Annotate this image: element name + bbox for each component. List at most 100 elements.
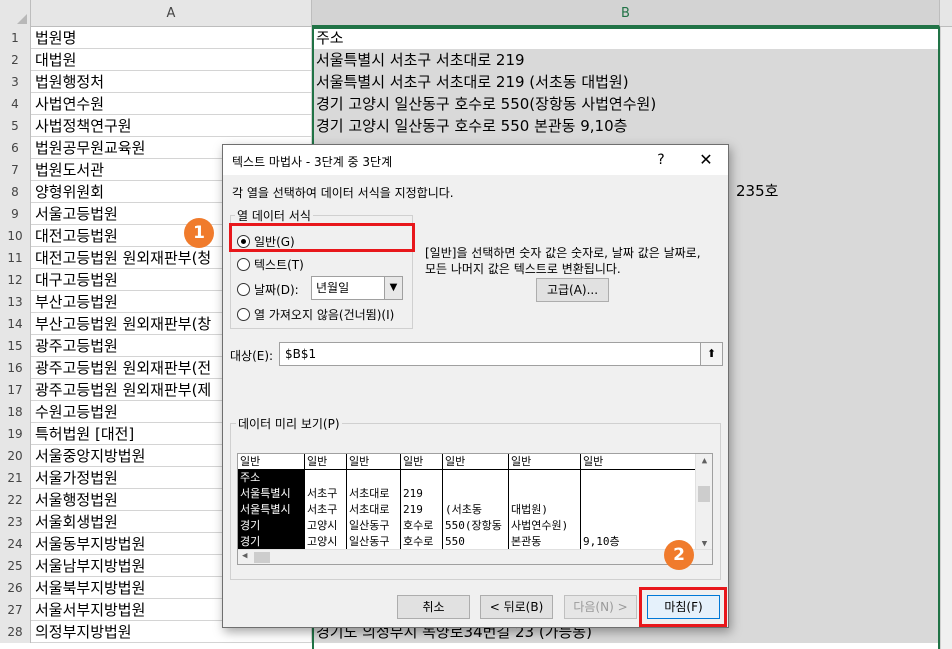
preview-column[interactable]: 일반 서초대로 서초대로 일산동구 일산동구 [346, 454, 400, 551]
radio-general-indicator[interactable] [237, 235, 250, 248]
row-number[interactable]: 13 [0, 291, 31, 313]
radio-text-label: 텍스트(T) [254, 258, 304, 272]
preview-column-header[interactable]: 일반 [347, 454, 400, 470]
data-preview[interactable]: 일반 9,10층 일반 대법원) 사법연수원) 본관동 일반 (서초동 550(장항동 550 일반… [237, 453, 713, 565]
row-number[interactable]: 28 [0, 621, 31, 643]
help-button[interactable]: ? [651, 149, 671, 171]
select-all-corner[interactable] [0, 0, 31, 27]
radio-general-label: 일반(G) [254, 235, 295, 249]
row-number[interactable]: 15 [0, 335, 31, 357]
cell-b[interactable]: 경기 고양시 일산동구 호수로 550 본관동 9,10층 [312, 115, 940, 137]
preview-cell: 고양시 [307, 519, 338, 532]
radio-date-indicator[interactable] [237, 283, 250, 296]
row-number[interactable]: 8 [0, 181, 31, 203]
chevron-down-icon[interactable]: ▼ [384, 277, 402, 299]
sheet-row: 2 대법원 서울특별시 서초구 서초대로 219 [0, 49, 952, 71]
cell-a[interactable]: 법원명 [31, 27, 312, 49]
preview-column-header[interactable]: 일반 [581, 454, 696, 470]
preview-horizontal-scrollbar[interactable]: ◀ [238, 549, 712, 564]
row-number[interactable]: 19 [0, 423, 31, 445]
preview-column-header[interactable]: 일반 [305, 454, 346, 470]
radio-skip[interactable]: 열 가져오지 않음(건너뜀)(I) [237, 306, 394, 323]
row-number[interactable]: 27 [0, 599, 31, 621]
row-number[interactable]: 9 [0, 203, 31, 225]
preview-cell: 호수로 [403, 519, 434, 532]
row-number[interactable]: 10 [0, 225, 31, 247]
cell-b[interactable]: 서울특별시 서초구 서초대로 219 [312, 49, 940, 71]
cell-a[interactable]: 사법연수원 [31, 93, 312, 115]
back-button[interactable]: < 뒤로(B) [480, 595, 553, 619]
scroll-left-icon[interactable]: ◀ [242, 551, 247, 561]
target-label: 대상(E): [230, 349, 274, 363]
preview-column[interactable]: 일반 219 219 호수로 호수로 [400, 454, 442, 551]
row-number[interactable]: 17 [0, 379, 31, 401]
cell-a[interactable]: 사법정책연구원 [31, 115, 312, 137]
preview-cell: 경기 [238, 518, 304, 534]
finish-button[interactable]: 마침(F) [647, 595, 720, 619]
preview-cell: 서초구 [307, 503, 338, 516]
row-number[interactable]: 18 [0, 401, 31, 423]
preview-column-header[interactable]: 일반 [401, 454, 442, 470]
row-number[interactable]: 16 [0, 357, 31, 379]
scroll-down-icon[interactable]: ▼ [696, 539, 712, 549]
row-number[interactable]: 14 [0, 313, 31, 335]
cell-b[interactable]: 경기 고양시 일산동구 호수로 550(장항동 사법연수원) [312, 93, 940, 115]
date-format-select[interactable]: 년월일 ▼ [311, 276, 403, 300]
row-number[interactable]: 3 [0, 71, 31, 93]
cell-a[interactable]: 법원행정처 [31, 71, 312, 93]
preview-column[interactable]: 일반 (서초동 550(장항동 550 [442, 454, 508, 551]
row-number[interactable]: 1 [0, 27, 31, 49]
scroll-up-icon[interactable]: ▲ [696, 456, 712, 466]
target-input[interactable]: $B$1 ⬆ [279, 342, 723, 366]
column-header-a[interactable]: A [31, 0, 312, 27]
preview-column[interactable]: 일반 서초구 서초구 고양시 고양시 [304, 454, 346, 551]
preview-vertical-scrollbar[interactable]: ▲ ▼ [695, 454, 712, 551]
preview-column-header[interactable]: 일반 [238, 454, 304, 470]
cell-b[interactable]: 주소 [312, 27, 940, 49]
row-number[interactable]: 24 [0, 533, 31, 555]
row-number[interactable]: 5 [0, 115, 31, 137]
close-button[interactable]: ✕ [695, 148, 717, 172]
column-header-b[interactable]: B [312, 0, 940, 27]
row-number[interactable]: 4 [0, 93, 31, 115]
row-number[interactable]: 12 [0, 269, 31, 291]
step-badge-1: 1 [184, 218, 214, 248]
preview-column[interactable]: 일반 9,10층 [580, 454, 696, 551]
preview-cell: 219 [403, 487, 423, 500]
radio-text[interactable]: 텍스트(T) [237, 256, 304, 273]
row-number[interactable]: 11 [0, 247, 31, 269]
target-value: $B$1 [285, 347, 317, 361]
radio-date-label: 날짜(D): [254, 283, 299, 297]
row-number[interactable]: 22 [0, 489, 31, 511]
preview-column-header[interactable]: 일반 [443, 454, 508, 470]
row-number[interactable]: 25 [0, 555, 31, 577]
cancel-button[interactable]: 취소 [397, 595, 470, 619]
radio-date[interactable]: 날짜(D): [237, 281, 299, 298]
next-button[interactable]: 다음(N) > [564, 595, 637, 619]
cell-b[interactable]: 서울특별시 서초구 서초대로 219 (서초동 대법원) [312, 71, 940, 93]
dialog-titlebar: 텍스트 마법사 - 3단계 중 3단계 ? ✕ [223, 145, 728, 175]
preview-cell [509, 470, 580, 486]
row-number[interactable]: 26 [0, 577, 31, 599]
radio-skip-indicator[interactable] [237, 308, 250, 321]
advanced-button[interactable]: 고급(A)... [536, 278, 609, 302]
preview-cell [509, 486, 580, 502]
row-number[interactable]: 6 [0, 137, 31, 159]
radio-text-indicator[interactable] [237, 258, 250, 271]
row-number[interactable]: 20 [0, 445, 31, 467]
collapse-dialog-icon[interactable]: ⬆ [700, 343, 722, 365]
radio-general[interactable]: 일반(G) [237, 233, 295, 250]
cell-overflow-text: 235호 [736, 182, 779, 200]
scroll-thumb[interactable] [698, 486, 710, 502]
row-number[interactable]: 7 [0, 159, 31, 181]
row-number[interactable]: 2 [0, 49, 31, 71]
preview-column[interactable]: 일반 주소 서울특별시 서울특별시 경기 경기 [238, 454, 304, 551]
preview-cell: 호수로 [403, 535, 434, 548]
scroll-thumb-horizontal[interactable] [254, 552, 270, 563]
preview-column-header[interactable]: 일반 [509, 454, 580, 470]
preview-column[interactable]: 일반 대법원) 사법연수원) 본관동 [508, 454, 580, 551]
row-number[interactable]: 21 [0, 467, 31, 489]
row-number[interactable]: 23 [0, 511, 31, 533]
cell-a[interactable]: 대법원 [31, 49, 312, 71]
vertical-scrollbar[interactable] [940, 27, 952, 649]
